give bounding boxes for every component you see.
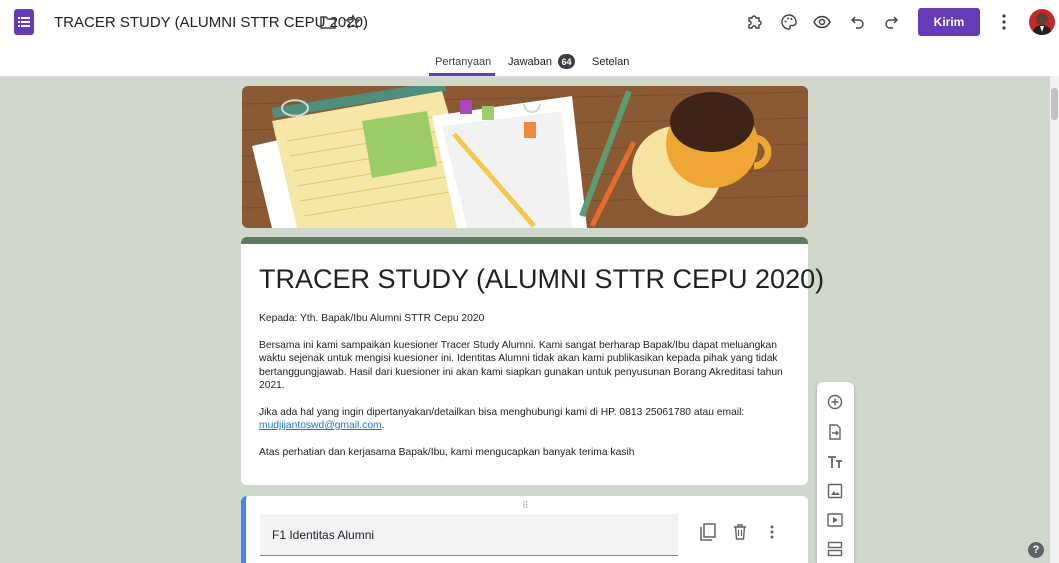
duplicate-icon[interactable] bbox=[694, 518, 722, 546]
scrollbar-thumb[interactable] bbox=[1051, 88, 1058, 120]
form-header-image bbox=[242, 86, 808, 228]
add-section-icon[interactable] bbox=[825, 539, 845, 559]
section-title-input[interactable]: F1 Identitas Alumni bbox=[260, 514, 678, 556]
section-more-icon[interactable] bbox=[758, 518, 786, 546]
add-title-icon[interactable] bbox=[825, 452, 845, 472]
add-video-icon[interactable] bbox=[825, 510, 845, 530]
active-tab-indicator bbox=[429, 73, 495, 76]
description-paragraph-intro: Bersama ini kami sampaikan kuesioner Tra… bbox=[259, 339, 783, 392]
description-paragraph-contact: Jika ada hal yang ingin dipertanyakan/de… bbox=[259, 406, 789, 433]
floating-toolbar bbox=[817, 382, 854, 563]
more-vert-icon[interactable] bbox=[990, 8, 1018, 36]
form-title[interactable]: TRACER STUDY (ALUMNI STTR CEPU 2020) bbox=[259, 264, 824, 295]
import-questions-icon[interactable] bbox=[825, 422, 845, 442]
folder-icon[interactable] bbox=[314, 8, 342, 36]
top-bar: TRACER STUDY (ALUMNI STTR CEPU 2020) Kir… bbox=[0, 0, 1059, 46]
tab-responses[interactable]: Jawaban bbox=[508, 56, 552, 68]
description-contact-text: Jika ada hal yang ingin dipertanyakan/de… bbox=[259, 406, 745, 418]
addon-icon[interactable] bbox=[741, 8, 769, 36]
add-image-icon[interactable] bbox=[825, 481, 845, 501]
star-icon[interactable] bbox=[339, 8, 367, 36]
tab-settings[interactable]: Setelan bbox=[592, 56, 629, 68]
tab-questions[interactable]: Pertanyaan bbox=[435, 56, 491, 68]
form-description[interactable]: Kepada: Yth. Bapak/Ibu Alumni STTR Cepu … bbox=[259, 312, 789, 472]
section-card[interactable]: ⠿ F1 Identitas Alumni bbox=[241, 496, 808, 563]
redo-icon[interactable] bbox=[877, 8, 905, 36]
drag-handle-icon[interactable]: ⠿ bbox=[522, 500, 530, 511]
description-recipient: Kepada: Yth. Bapak/Ibu Alumni STTR Cepu … bbox=[259, 313, 485, 324]
responses-count-badge: 64 bbox=[558, 54, 575, 69]
form-title-card[interactable]: TRACER STUDY (ALUMNI STTR CEPU 2020) Kep… bbox=[241, 237, 824, 485]
description-paragraph-thanks: Atas perhatian dan kerjasama Bapak/Ibu, … bbox=[259, 446, 635, 458]
delete-icon[interactable] bbox=[726, 518, 754, 546]
send-button[interactable]: Kirim bbox=[918, 8, 980, 36]
avatar[interactable] bbox=[1029, 9, 1055, 35]
help-icon[interactable]: ? bbox=[1028, 542, 1044, 558]
add-question-icon[interactable] bbox=[825, 392, 845, 412]
email-link[interactable]: mudjijantoswd@gmail.com bbox=[259, 420, 382, 431]
forms-app-icon[interactable] bbox=[14, 9, 34, 35]
scrollbar[interactable] bbox=[1050, 76, 1059, 563]
section-title-text: F1 Identitas Alumni bbox=[272, 528, 375, 542]
palette-icon[interactable] bbox=[775, 8, 803, 36]
undo-icon[interactable] bbox=[844, 8, 872, 36]
description-contact-end: . bbox=[381, 420, 385, 431]
preview-eye-icon[interactable] bbox=[808, 8, 836, 36]
